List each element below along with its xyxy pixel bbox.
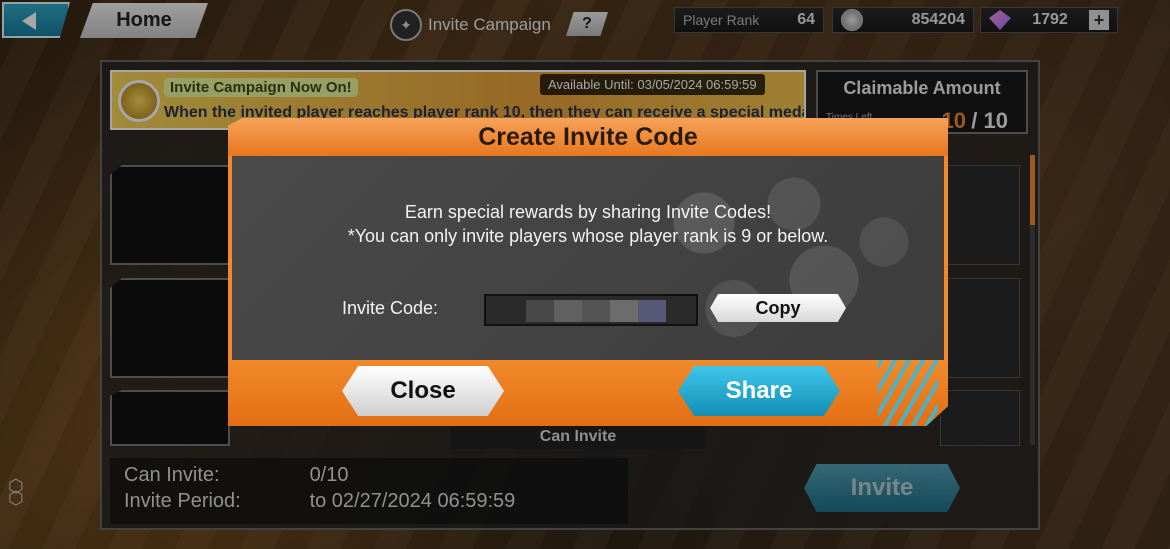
share-button[interactable]: Share bbox=[678, 366, 840, 416]
dialog-title: Create Invite Code bbox=[228, 118, 948, 156]
invite-code-field[interactable] bbox=[484, 294, 698, 326]
invite-code-label: Invite Code: bbox=[342, 298, 439, 318]
dialog-message-2: *You can only invite players whose playe… bbox=[347, 226, 829, 246]
dialog-body: Earn special rewards by sharing Invite C… bbox=[228, 156, 948, 360]
dialog-footer bbox=[228, 360, 948, 426]
redacted-code bbox=[526, 300, 666, 322]
stripe-decoration bbox=[878, 360, 938, 426]
create-invite-code-dialog: Create Invite Code Earn special rewards … bbox=[228, 118, 948, 426]
medals-decoration bbox=[614, 166, 914, 356]
copy-button[interactable]: Copy bbox=[710, 294, 846, 322]
dialog-message-1: Earn special rewards by sharing Invite C… bbox=[404, 202, 772, 222]
close-button[interactable]: Close bbox=[342, 366, 504, 416]
